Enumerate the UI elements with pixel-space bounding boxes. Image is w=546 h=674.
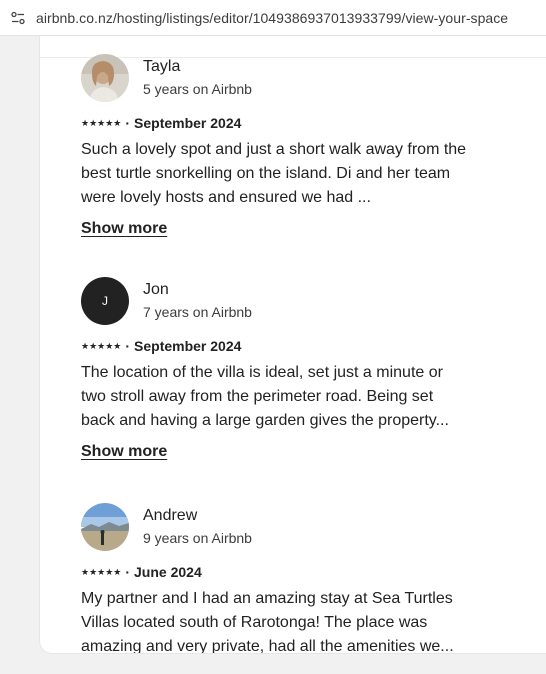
- page-area: Tayla 5 years on Airbnb ★★★★★ · Septembe…: [0, 36, 546, 674]
- reviews-panel: Tayla 5 years on Airbnb ★★★★★ · Septembe…: [40, 36, 546, 653]
- site-settings-icon[interactable]: [10, 10, 26, 26]
- reviewer-tenure: 9 years on Airbnb: [143, 530, 252, 546]
- review-card: Andrew 9 years on Airbnb ★★★★★ · June 20…: [81, 503, 481, 653]
- review-date: June 2024: [134, 564, 202, 580]
- review-card: J Jon 7 years on Airbnb ★★★★★ · Septembe…: [81, 277, 481, 461]
- review-header: Andrew 9 years on Airbnb: [81, 503, 481, 551]
- rating-line: ★★★★★ · September 2024: [81, 114, 481, 132]
- reviewer-name: Andrew: [143, 507, 198, 524]
- star-rating-icon: ★★★★★: [81, 117, 122, 128]
- review-text: Such a lovely spot and just a short walk…: [81, 141, 467, 206]
- separator-dot: ·: [125, 564, 131, 580]
- review-date: September 2024: [134, 338, 242, 354]
- review-header: J Jon 7 years on Airbnb: [81, 277, 481, 325]
- reviewer-name: Jon: [143, 281, 169, 298]
- avatar[interactable]: J: [81, 277, 129, 325]
- star-rating-icon: ★★★★★: [81, 566, 122, 577]
- reviewer-tenure: 5 years on Airbnb: [143, 81, 252, 97]
- review-card: Tayla 5 years on Airbnb ★★★★★ · Septembe…: [81, 54, 481, 238]
- review-text: My partner and I had an amazing stay at …: [81, 590, 454, 653]
- show-more-button[interactable]: Show more: [81, 220, 167, 238]
- browser-address-bar: airbnb.co.nz/hosting/listings/editor/104…: [0, 0, 546, 36]
- reviewer-tenure: 7 years on Airbnb: [143, 304, 252, 320]
- star-rating-icon: ★★★★★: [81, 340, 122, 351]
- review-header: Tayla 5 years on Airbnb: [81, 54, 481, 102]
- rating-line: ★★★★★ · June 2024: [81, 563, 481, 581]
- review-date: September 2024: [134, 115, 242, 131]
- rating-line: ★★★★★ · September 2024: [81, 337, 481, 355]
- reviewer-name: Tayla: [143, 58, 181, 75]
- show-more-button[interactable]: Show more: [81, 443, 167, 461]
- avatar[interactable]: [81, 54, 129, 102]
- url-field[interactable]: airbnb.co.nz/hosting/listings/editor/104…: [36, 10, 508, 26]
- avatar[interactable]: [81, 503, 129, 551]
- review-text: The location of the villa is ideal, set …: [81, 364, 449, 429]
- separator-dot: ·: [125, 338, 131, 354]
- separator-dot: ·: [125, 115, 131, 131]
